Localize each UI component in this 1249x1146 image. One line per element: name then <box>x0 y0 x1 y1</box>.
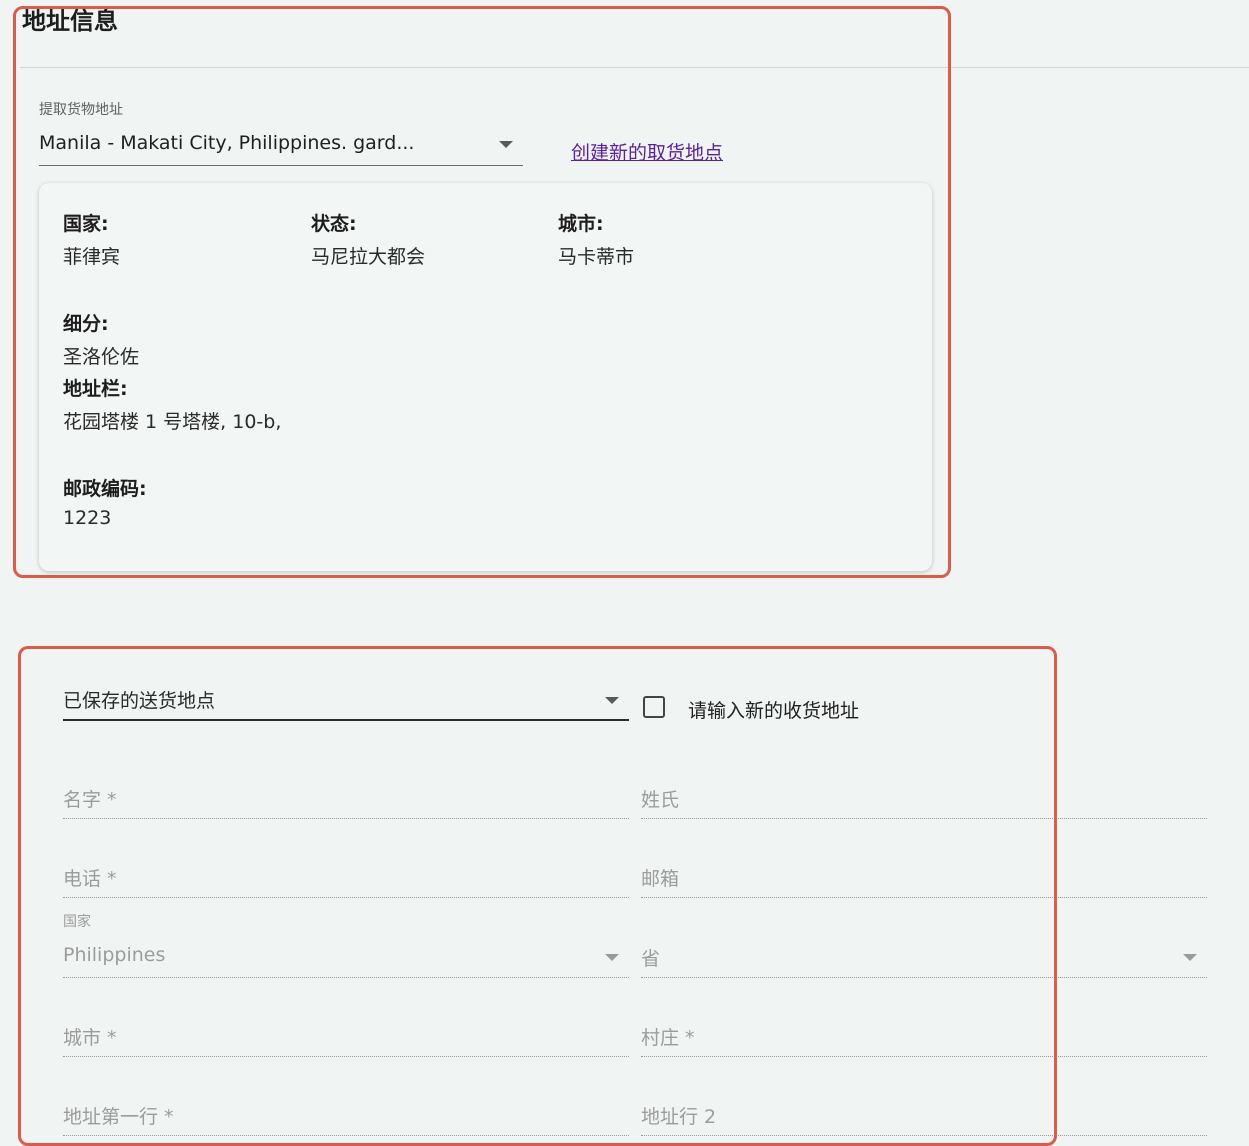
first-name-placeholder: 名字 * <box>63 789 117 811</box>
city-input[interactable]: 城市 * <box>63 1017 629 1057</box>
last-name-placeholder: 姓氏 <box>641 789 680 811</box>
country-select[interactable]: Philippines <box>63 938 629 978</box>
country-value: 菲律宾 <box>63 246 121 268</box>
create-pickup-location-link[interactable]: 创建新的取货地点 <box>571 138 723 165</box>
phone-placeholder: 电话 * <box>63 868 117 890</box>
country-label: 国家: <box>63 213 109 235</box>
pickup-address-select[interactable]: Manila - Makati City, Philippines. gard.… <box>39 128 523 166</box>
postal-code-label: 邮政编码: <box>63 478 147 500</box>
pickup-address-label: 提取货物地址 <box>39 102 123 118</box>
chevron-down-icon <box>1183 954 1197 961</box>
chevron-down-icon <box>499 141 513 148</box>
saved-delivery-location-select[interactable]: 已保存的送货地点 <box>63 682 629 721</box>
subdivision-label: 细分: <box>63 313 109 335</box>
pickup-address-value: Manila - Makati City, Philippines. gard.… <box>39 132 415 154</box>
address-line-2-input[interactable]: 地址行 2 <box>641 1096 1207 1136</box>
address-line-label: 地址栏: <box>63 378 128 400</box>
saved-delivery-location-label: 已保存的送货地点 <box>63 690 216 712</box>
phone-input[interactable]: 电话 * <box>63 858 629 898</box>
city-label: 城市: <box>558 213 604 235</box>
section-divider <box>20 67 1249 68</box>
province-select[interactable]: 省 <box>641 938 1207 978</box>
address-line-2-placeholder: 地址行 2 <box>641 1106 717 1128</box>
new-address-checkbox-label[interactable]: 请输入新的收货地址 <box>688 696 859 723</box>
address-line-1-input[interactable]: 地址第一行 * <box>63 1096 629 1136</box>
country-select-label: 国家 <box>63 914 91 930</box>
email-placeholder: 邮箱 <box>641 868 680 890</box>
last-name-input[interactable]: 姓氏 <box>641 779 1207 819</box>
state-label: 状态: <box>311 213 357 235</box>
province-placeholder: 省 <box>641 948 661 970</box>
section-title: 地址信息 <box>22 7 118 35</box>
state-value: 马尼拉大都会 <box>311 246 426 268</box>
chevron-down-icon <box>605 697 619 704</box>
city-value: 马卡蒂市 <box>558 246 635 268</box>
village-placeholder: 村庄 * <box>641 1027 695 1049</box>
email-input[interactable]: 邮箱 <box>641 858 1207 898</box>
subdivision-value: 圣洛伦佐 <box>63 346 140 368</box>
postal-code-value: 1223 <box>63 507 112 529</box>
address-line-value: 花园塔楼 1 号塔楼, 10-b, <box>63 411 282 433</box>
country-select-value: Philippines <box>63 944 166 966</box>
city-placeholder: 城市 * <box>63 1027 117 1049</box>
first-name-input[interactable]: 名字 * <box>63 779 629 819</box>
pickup-address-card: 国家: 菲律宾 状态: 马尼拉大都会 城市: 马卡蒂市 细分: 圣洛伦佐 地址栏… <box>39 183 932 571</box>
new-address-checkbox[interactable] <box>643 696 665 718</box>
address-line-1-placeholder: 地址第一行 * <box>63 1106 174 1128</box>
chevron-down-icon <box>605 954 619 961</box>
village-input[interactable]: 村庄 * <box>641 1017 1207 1057</box>
